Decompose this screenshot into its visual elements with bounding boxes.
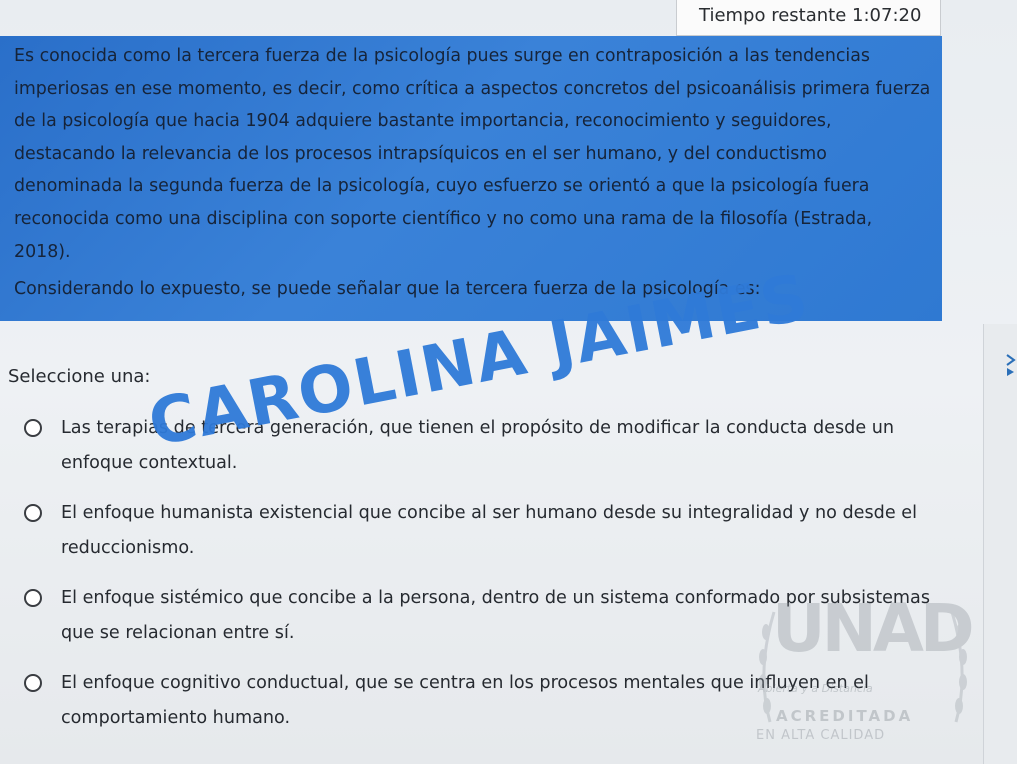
select-one-label: Seleccione una:: [8, 366, 151, 387]
time-remaining-label: Tiempo restante: [699, 5, 847, 26]
radio-button-b[interactable]: [24, 504, 42, 522]
answer-option-d-label[interactable]: El enfoque cognitivo conductual, que se …: [61, 666, 931, 736]
question-body: Es conocida como la tercera fuerza de la…: [14, 46, 931, 262]
side-panel-toggle-icon[interactable]: [1005, 353, 1017, 379]
side-panel-tab[interactable]: [983, 324, 1017, 764]
answer-option-b[interactable]: El enfoque humanista existencial que con…: [0, 500, 940, 574]
answer-option-c-label[interactable]: El enfoque sistémico que concibe a la pe…: [61, 581, 931, 651]
time-remaining-value: 1:07:20: [852, 5, 922, 26]
answer-option-d[interactable]: El enfoque cognitivo conductual, que se …: [0, 670, 940, 744]
arrow-icon: [1006, 354, 1016, 376]
answer-option-c[interactable]: El enfoque sistémico que concibe a la pe…: [0, 585, 940, 659]
radio-button-c[interactable]: [24, 589, 42, 607]
question-prompt: Considerando lo expuesto, se puede señal…: [14, 279, 761, 299]
radio-button-a[interactable]: [24, 419, 42, 437]
answer-option-b-label[interactable]: El enfoque humanista existencial que con…: [61, 496, 931, 566]
answer-option-a[interactable]: Las terapias de tercera generación, que …: [0, 415, 940, 489]
radio-button-d[interactable]: [24, 674, 42, 692]
time-remaining: Tiempo restante 1:07:20: [676, 0, 941, 36]
answer-option-a-label[interactable]: Las terapias de tercera generación, que …: [61, 411, 931, 481]
question-text-box: Es conocida como la tercera fuerza de la…: [0, 36, 942, 321]
